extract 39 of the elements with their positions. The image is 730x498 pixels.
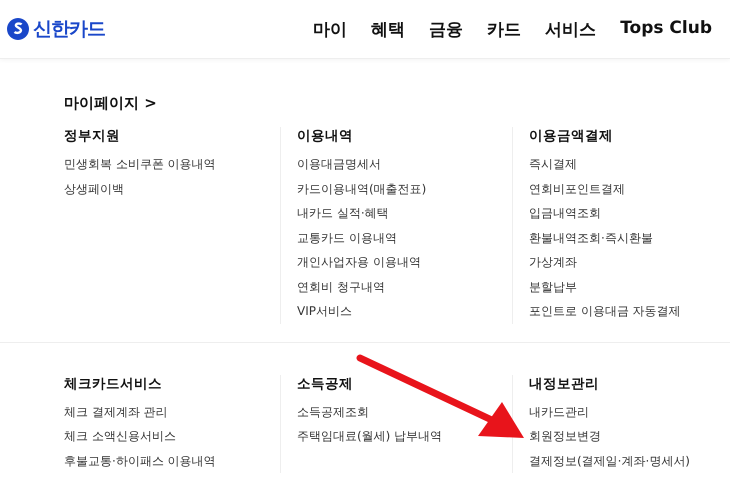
menu-link[interactable]: 결제정보(결제일·계좌·명세서) (529, 448, 690, 473)
menu-link[interactable]: 회원정보변경 (529, 424, 601, 448)
menu-link[interactable]: 분할납부 (529, 274, 577, 299)
menu-link[interactable]: 교통카드 이용내역 (297, 226, 397, 250)
menu-link[interactable]: 체크 소액신용서비스 (64, 424, 176, 448)
menu-link[interactable]: 연회비 청구내역 (297, 274, 385, 299)
nav-link[interactable]: 금융 (429, 18, 464, 40)
section-heading: 소득공제 (297, 374, 353, 392)
menu-link[interactable]: 개인사업자용 이용내역 (297, 250, 421, 274)
nav-link[interactable]: 카드 (487, 18, 522, 40)
menu-link[interactable]: 민생회복 소비쿠폰 이용내역 (64, 152, 216, 176)
menu-link[interactable]: 환불내역조회·즉시환불 (529, 226, 653, 250)
menu-link[interactable]: 이용대금명세서 (297, 152, 381, 176)
nav-link[interactable]: 혜택 (371, 18, 406, 40)
nav-link[interactable]: Tops Club (620, 18, 712, 40)
menu-link[interactable]: 가상계좌 (529, 250, 577, 274)
section-heading: 체크카드서비스 (64, 374, 162, 392)
menu-link[interactable]: 상생페이백 (64, 176, 124, 201)
section-heading: 이용금액결제 (529, 127, 613, 145)
menu-link[interactable]: 체크 결제계좌 관리 (64, 400, 168, 424)
menu-link[interactable]: 카드이용내역(매출전표) (297, 176, 426, 201)
logo-icon[interactable] (7, 18, 29, 40)
menu-link[interactable]: 연회비포인트결제 (529, 176, 625, 201)
nav-link[interactable]: 마이 (313, 18, 348, 40)
menu-link[interactable]: 내카드 실적·혜택 (297, 201, 389, 226)
menu-link[interactable]: 입금내역조회 (529, 201, 601, 226)
menu-link[interactable]: 즉시결제 (529, 152, 577, 176)
section-heading: 이용내역 (297, 127, 353, 145)
section-heading: 정부지원 (64, 127, 120, 145)
logo-text[interactable]: 신한카드 (33, 16, 105, 42)
menu-link[interactable]: 소득공제조회 (297, 400, 369, 424)
menu-link[interactable]: 내카드관리 (529, 400, 589, 424)
menu-link[interactable]: 포인트로 이용대금 자동결제 (529, 299, 681, 324)
section-heading: 내정보관리 (529, 374, 599, 392)
menu-link[interactable]: 주택임대료(월세) 납부내역 (297, 424, 442, 448)
menu-link[interactable]: 후불교통·하이패스 이용내역 (64, 448, 216, 473)
nav-link[interactable]: 서비스 (545, 18, 596, 40)
menu-link[interactable]: VIP서비스 (297, 299, 352, 324)
page-title-link[interactable]: 마이페이지 > (64, 94, 157, 113)
